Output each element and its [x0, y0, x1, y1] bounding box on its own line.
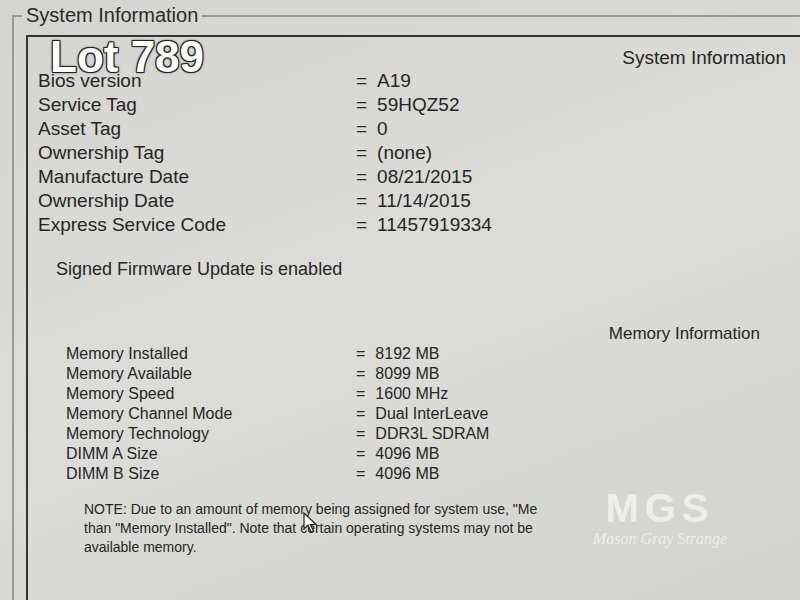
- memory-row: Memory Available = 8099 MB: [66, 364, 800, 384]
- row-value: 59HQZ52: [377, 94, 459, 116]
- group-title: System Information: [22, 4, 202, 27]
- system-row: Service Tag = 59HQZ52: [38, 93, 800, 117]
- system-row: Ownership Date = 11/14/2015: [38, 189, 800, 213]
- row-separator: =: [356, 385, 365, 403]
- mouse-cursor-icon: [303, 512, 319, 534]
- row-label: Memory Speed: [66, 385, 346, 403]
- memory-rows: Memory Installed=8192 MBMemory Available…: [66, 344, 800, 484]
- system-row: Express Service Code = 11457919334: [38, 213, 800, 237]
- row-label: Bios version: [38, 70, 346, 92]
- row-value: 1600 MHz: [375, 385, 448, 403]
- row-separator: =: [356, 142, 367, 164]
- row-label: Manufacture Date: [38, 166, 346, 188]
- row-value: DDR3L SDRAM: [375, 425, 489, 443]
- row-separator: =: [356, 445, 365, 463]
- memory-heading: Memory Information: [609, 324, 760, 344]
- watermark-name: Mason Gray Strange: [593, 530, 727, 548]
- firmware-note: Signed Firmware Update is enabled: [56, 259, 800, 280]
- row-label: DIMM A Size: [66, 445, 346, 463]
- row-separator: =: [356, 345, 365, 363]
- system-rows: Bios version=A19Service Tag=59HQZ52Asset…: [38, 69, 800, 237]
- row-value: 08/21/2015: [377, 166, 472, 188]
- system-row: Manufacture Date = 08/21/2015: [38, 165, 800, 189]
- row-value: 4096 MB: [375, 465, 439, 483]
- watermark-logo: MGS: [605, 486, 714, 530]
- row-value: A19: [377, 70, 411, 92]
- row-separator: =: [356, 70, 367, 92]
- memory-row: DIMM B Size = 4096 MB: [66, 464, 800, 484]
- row-label: DIMM B Size: [66, 465, 346, 483]
- system-row: Ownership Tag = (none): [38, 141, 800, 165]
- memory-row: Memory Technology = DDR3L SDRAM: [66, 424, 800, 444]
- note-line: available memory.: [84, 538, 800, 557]
- row-value: 11/14/2015: [377, 190, 471, 212]
- row-separator: =: [356, 425, 365, 443]
- memory-row: DIMM A Size = 4096 MB: [66, 444, 800, 464]
- row-separator: =: [356, 166, 367, 188]
- row-separator: =: [356, 405, 365, 423]
- row-label: Memory Installed: [66, 345, 346, 363]
- row-value: 0: [377, 118, 388, 140]
- row-separator: =: [356, 465, 365, 483]
- system-row: Asset Tag = 0: [38, 117, 800, 141]
- row-label: Ownership Date: [38, 190, 346, 212]
- row-separator: =: [356, 118, 367, 140]
- memory-row: Memory Speed = 1600 MHz: [66, 384, 800, 404]
- row-value: 11457919334: [377, 214, 492, 236]
- info-panel: System InformationBios version=A19Servic…: [26, 35, 800, 600]
- note-line: NOTE: Due to an amount of memory being a…: [84, 500, 800, 519]
- system-information-group: System InformationSystem InformationBios…: [12, 4, 800, 600]
- row-label: Express Service Code: [38, 214, 346, 236]
- row-label: Memory Channel Mode: [66, 405, 346, 423]
- row-separator: =: [356, 94, 367, 116]
- system-heading: System Information: [622, 47, 786, 69]
- row-label: Service Tag: [38, 94, 346, 116]
- system-row: Bios version = A19: [38, 69, 800, 93]
- memory-note: NOTE: Due to an amount of memory being a…: [84, 500, 800, 557]
- row-label: Ownership Tag: [38, 142, 346, 164]
- row-label: Memory Technology: [66, 425, 346, 443]
- row-value: Dual InterLeave: [375, 405, 488, 423]
- bios-screen: System InformationSystem InformationBios…: [0, 0, 800, 600]
- memory-row: Memory Channel Mode = Dual InterLeave: [66, 404, 800, 424]
- lot-label: Lot 789: [50, 32, 204, 82]
- row-separator: =: [356, 365, 365, 383]
- row-value: (none): [377, 142, 432, 164]
- note-line: than "Memory Installed". Note that certa…: [84, 519, 800, 538]
- row-separator: =: [356, 190, 367, 212]
- row-separator: =: [356, 214, 367, 236]
- row-value: 8192 MB: [375, 345, 439, 363]
- row-label: Memory Available: [66, 365, 346, 383]
- row-value: 8099 MB: [375, 365, 439, 383]
- row-label: Asset Tag: [38, 118, 346, 140]
- watermark: MGSMason Gray Strange: [560, 486, 760, 548]
- row-value: 4096 MB: [375, 445, 439, 463]
- memory-row: Memory Installed = 8192 MB: [66, 344, 800, 364]
